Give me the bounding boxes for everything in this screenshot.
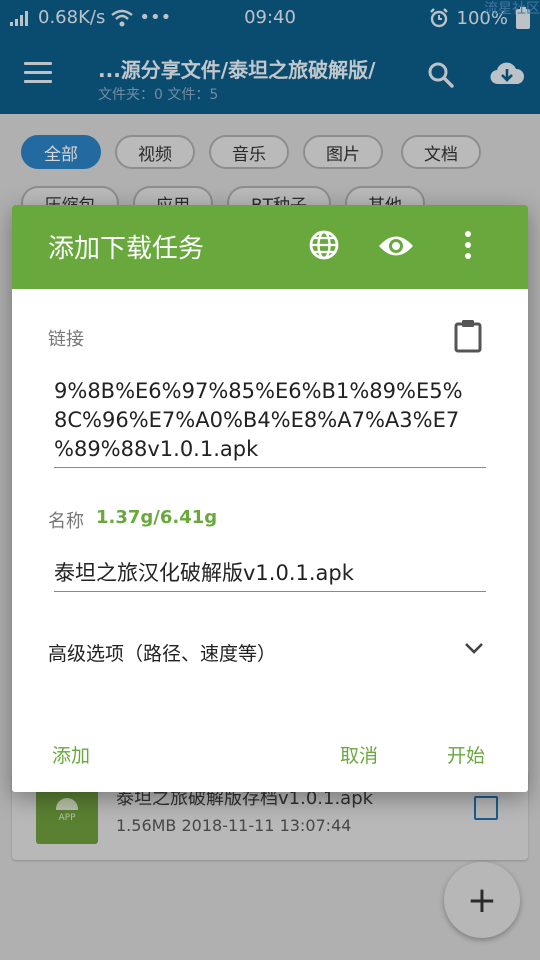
link-line-2: 8C%96%E7%A0%B4%E8%A7%A3%E7 <box>54 408 460 432</box>
name-value: 泰坦之旅汉化破解版v1.0.1.apk <box>54 561 354 585</box>
name-label: 名称 <box>48 511 84 532</box>
link-underline <box>54 467 486 468</box>
name-underline <box>54 591 486 592</box>
start-button[interactable]: 开始 <box>447 741 485 768</box>
cancel-button[interactable]: 取消 <box>340 741 378 768</box>
clipboard-icon[interactable] <box>454 319 482 353</box>
link-line-1: 9%8B%E6%97%85%E6%B1%89%E5% <box>54 379 463 403</box>
eye-icon[interactable] <box>378 233 414 259</box>
more-vert-icon[interactable] <box>464 229 472 261</box>
globe-icon[interactable] <box>308 229 340 261</box>
add-download-dialog: 添加下载任务 链接 9%8B%E6%97%85%E6%B1%89%E5% 8C%… <box>12 205 528 792</box>
advanced-options-label: 高级选项（路径、速度等） <box>48 643 277 665</box>
add-button[interactable]: 添加 <box>52 741 90 768</box>
link-line-3: %89%88v1.0.1.apk <box>54 437 259 461</box>
storage-size: 1.37g/6.41g <box>96 507 218 528</box>
link-label: 链接 <box>48 329 84 350</box>
dialog-header: 添加下载任务 <box>12 205 528 289</box>
dialog-title: 添加下载任务 <box>48 234 205 264</box>
chevron-down-icon <box>465 643 483 654</box>
